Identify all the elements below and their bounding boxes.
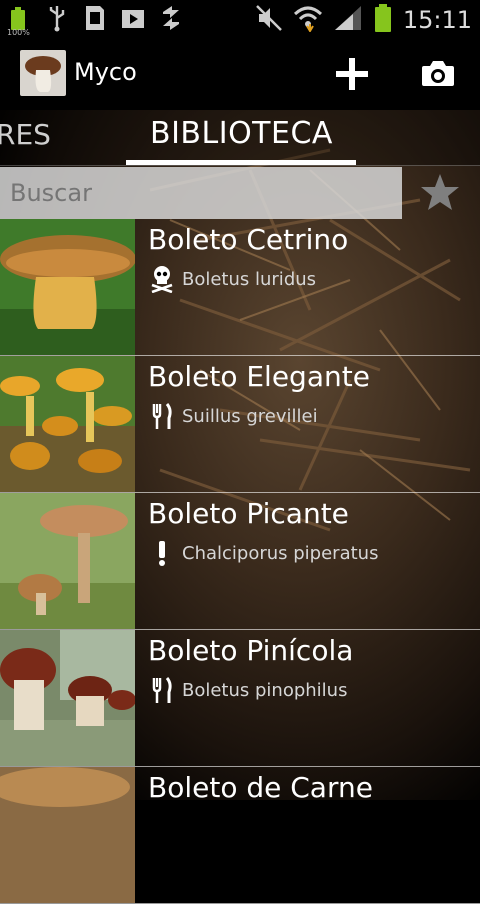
mushroom-thumbnail: [0, 356, 135, 492]
usb-icon: [44, 4, 70, 32]
search-box[interactable]: [0, 167, 402, 219]
media-icon: [120, 4, 146, 32]
app-logo[interactable]: [20, 50, 66, 96]
list-item[interactable]: Boleto Cetrino Boletus luridus: [0, 219, 480, 356]
list-item[interactable]: Boleto Picante Chalciporus piperatus: [0, 493, 480, 630]
species-common-name: Boleto Elegante: [148, 360, 370, 393]
species-common-name: Boleto Cetrino: [148, 223, 349, 256]
species-common-name: Boleto Picante: [148, 497, 349, 530]
list-item[interactable]: Boleto Pinícola Boletus pinophilus: [0, 630, 480, 767]
camera-button[interactable]: [416, 54, 460, 94]
search-input[interactable]: [8, 178, 392, 208]
exclamation-icon: [159, 541, 165, 566]
tab-strip: RES BIBLIOTECA: [0, 110, 480, 166]
mushroom-thumbnail: [0, 493, 135, 629]
mushroom-thumbnail: [0, 767, 135, 903]
star-icon: [421, 174, 459, 210]
list-item[interactable]: Boleto Elegante Suillus grevillei: [0, 356, 480, 493]
fork-knife-icon: [152, 677, 172, 703]
species-scientific-name: Boletus pinophilus: [182, 679, 348, 701]
status-bar: 100% 15:11: [0, 0, 480, 38]
tab-divider: [0, 165, 480, 166]
species-list: Boleto Cetrino Boletus luridus Boleto El…: [0, 219, 480, 904]
mute-icon: [255, 4, 283, 36]
sd-card-icon: [82, 4, 108, 32]
species-common-name: Boleto Pinícola: [148, 634, 354, 667]
fork-knife-icon: [152, 403, 172, 429]
camera-icon: [422, 61, 454, 86]
species-scientific-name: Boletus luridus: [182, 268, 317, 290]
mushroom-thumbnail: [0, 630, 135, 766]
species-scientific-name: Suillus grevillei: [182, 405, 318, 427]
mushroom-thumbnail: [0, 219, 135, 355]
wifi-icon: [293, 4, 323, 36]
battery-full-icon: 100%: [6, 4, 32, 37]
battery-icon: [373, 3, 393, 37]
tab-biblioteca[interactable]: BIBLIOTECA: [150, 116, 333, 151]
app-title: Myco: [74, 58, 137, 86]
sync-icon: [158, 4, 184, 32]
favorites-button[interactable]: [420, 172, 460, 212]
list-item[interactable]: Boleto de Carne: [0, 767, 480, 904]
skull-icon: [151, 266, 173, 293]
add-button[interactable]: [330, 52, 374, 96]
signal-icon: [333, 4, 363, 36]
battery-percent-label: 100%: [7, 28, 30, 36]
action-bar: Myco: [0, 38, 480, 110]
species-scientific-name: Chalciporus piperatus: [182, 542, 379, 564]
species-common-name: Boleto de Carne: [148, 771, 373, 804]
plus-icon: [336, 58, 368, 90]
tab-previous[interactable]: RES: [0, 118, 51, 151]
clock: 15:11: [402, 6, 472, 34]
